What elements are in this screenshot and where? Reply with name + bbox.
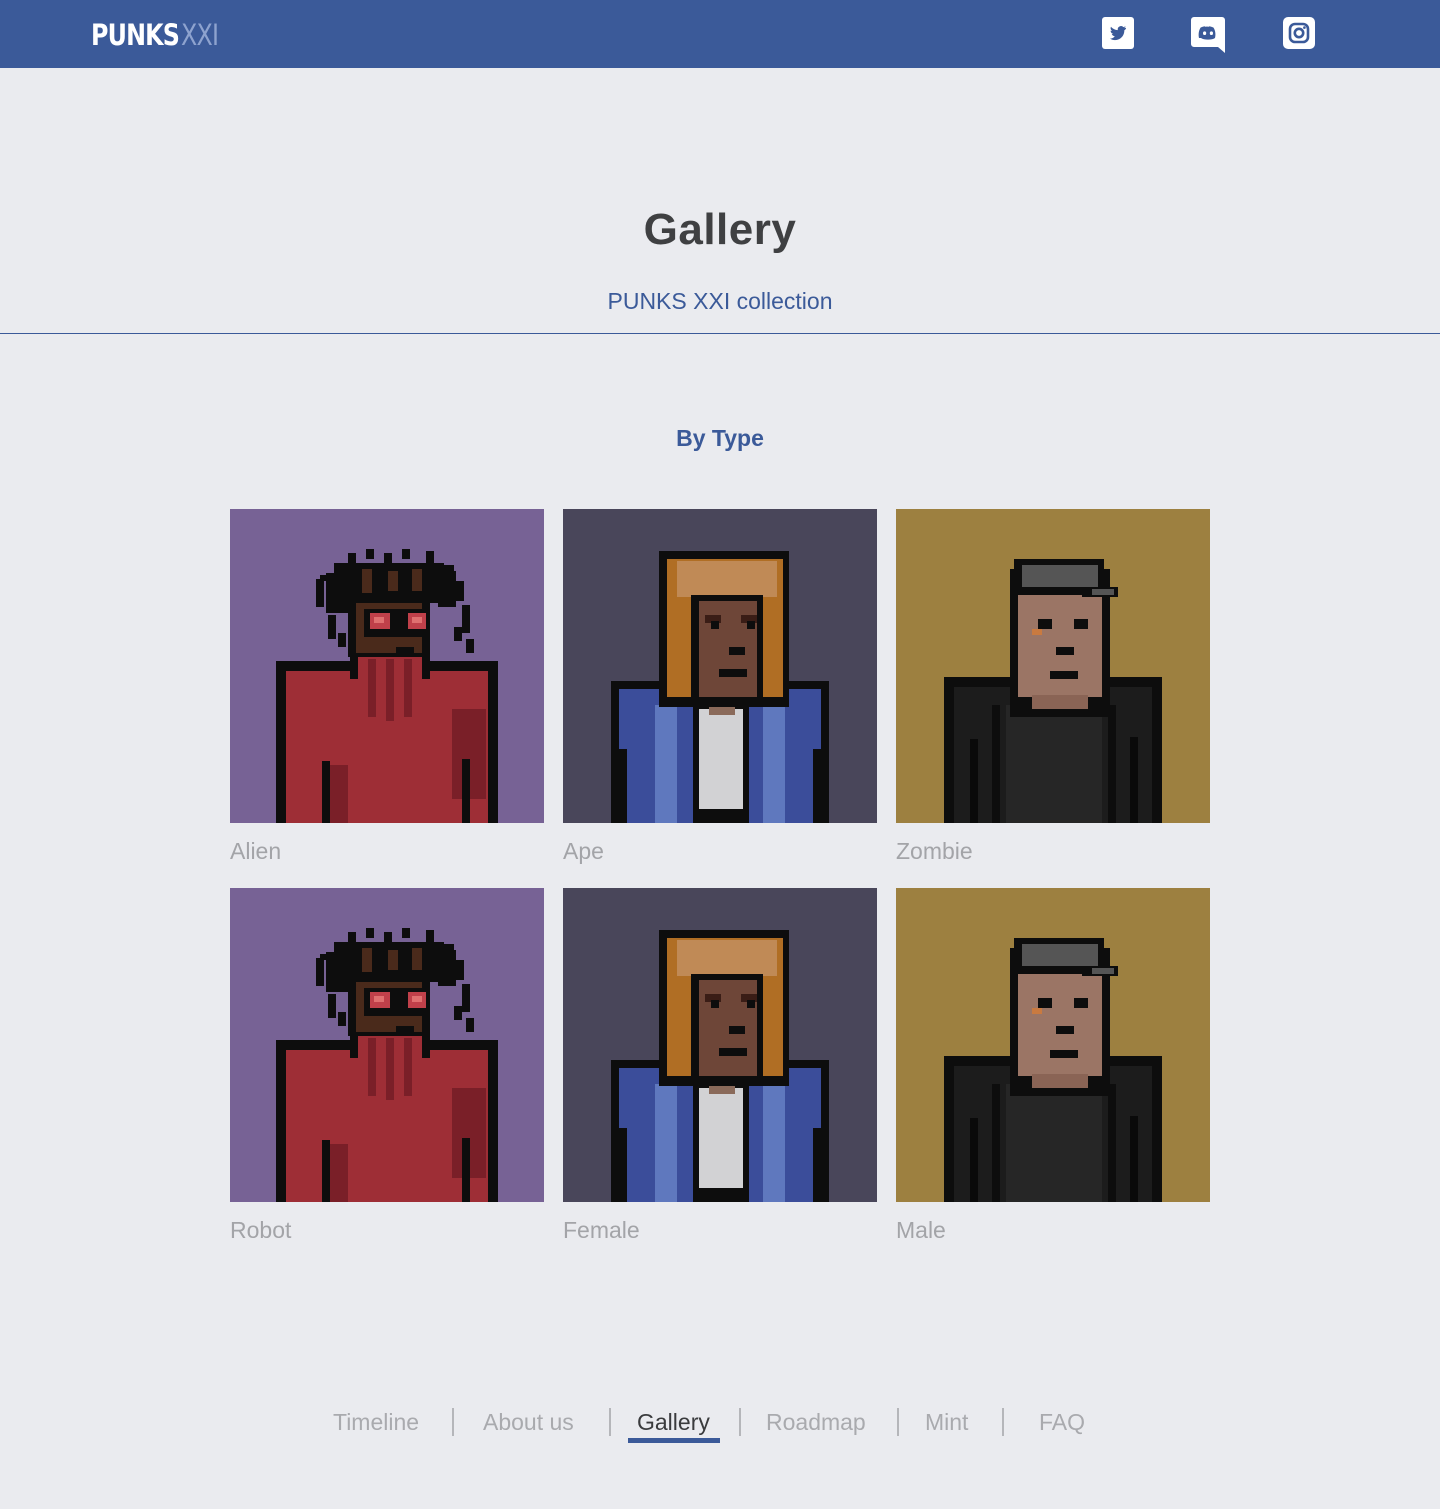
punk-image[interactable] <box>230 888 544 1202</box>
footer-nav-roadmap[interactable]: Roadmap <box>766 1404 866 1440</box>
gallery-card-label: Ape <box>563 838 604 864</box>
divider <box>0 333 1440 334</box>
punk-image[interactable] <box>230 509 544 823</box>
page-subtitle: PUNKS XXI collection <box>607 288 833 314</box>
discord-icon <box>1191 17 1225 53</box>
instagram-link[interactable] <box>1283 17 1315 49</box>
gallery-card-alien[interactable]: Alien <box>230 509 544 864</box>
punk-image[interactable] <box>563 509 877 823</box>
gallery-card-ape[interactable]: Ape <box>563 509 877 864</box>
footer-nav-gallery[interactable]: Gallery <box>637 1404 710 1440</box>
punk-image[interactable] <box>563 888 877 1202</box>
gallery-card-zombie[interactable]: Zombie <box>896 509 1210 864</box>
punk-image[interactable] <box>896 509 1210 823</box>
footer-nav-about-us[interactable]: About us <box>483 1404 574 1440</box>
gallery-card-robot[interactable]: Robot <box>230 888 544 1243</box>
footer-nav-faq[interactable]: FAQ <box>1039 1404 1085 1440</box>
page-title: Gallery <box>643 205 797 254</box>
gallery-card-label: Alien <box>230 838 282 864</box>
twitter-icon <box>1102 17 1134 49</box>
gallery-card-label: Robot <box>230 1217 292 1243</box>
nav-separator <box>452 1408 454 1436</box>
active-nav-indicator <box>628 1438 720 1443</box>
nav-separator <box>739 1408 741 1436</box>
footer-nav-timeline[interactable]: Timeline <box>333 1404 419 1440</box>
gallery-card-label: Male <box>896 1217 946 1243</box>
discord-link[interactable] <box>1191 17 1225 53</box>
gallery-card-male[interactable]: Male <box>896 888 1210 1243</box>
brand-name-bold: PUNKS <box>91 18 180 52</box>
gallery-card-label: Female <box>563 1217 640 1243</box>
nav-separator <box>609 1408 611 1436</box>
instagram-icon <box>1283 17 1315 49</box>
punk-image[interactable] <box>896 888 1210 1202</box>
top-nav-bar: PUNKSXXI <box>0 0 1440 68</box>
footer-nav-mint[interactable]: Mint <box>925 1404 968 1440</box>
gallery-card-female[interactable]: Female <box>563 888 877 1243</box>
gallery-card-label: Zombie <box>896 838 973 864</box>
nav-separator <box>897 1408 899 1436</box>
twitter-link[interactable] <box>1102 17 1134 49</box>
brand-name-light: XXI <box>181 18 219 52</box>
section-title: By Type <box>676 425 764 451</box>
brand-logo[interactable]: PUNKSXXI <box>91 17 227 53</box>
nav-separator <box>1002 1408 1004 1436</box>
